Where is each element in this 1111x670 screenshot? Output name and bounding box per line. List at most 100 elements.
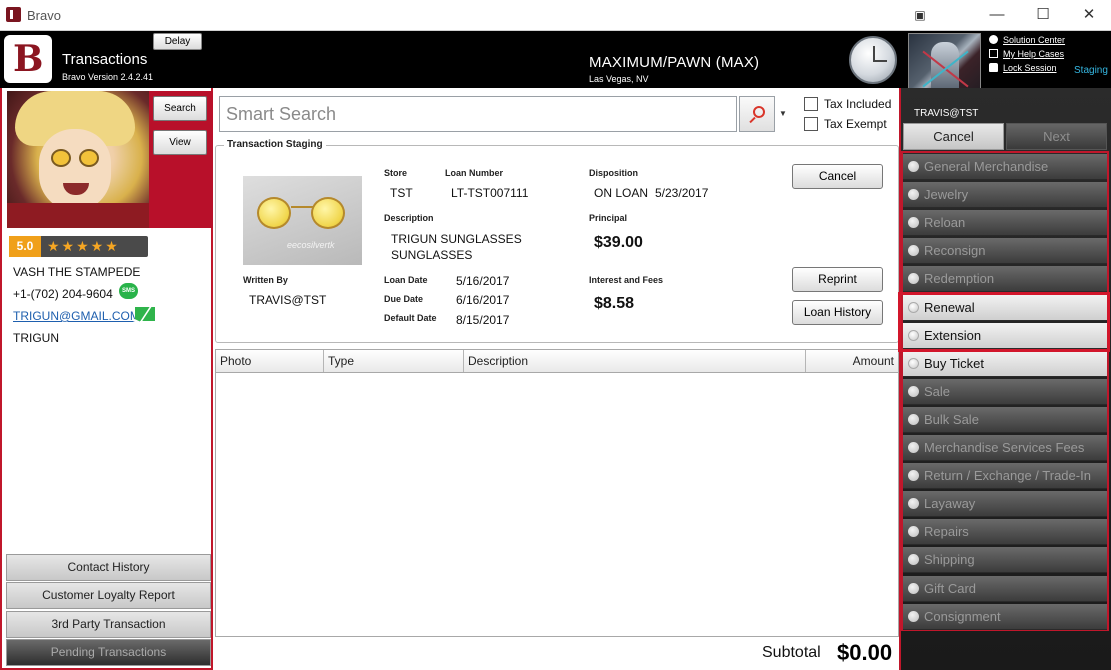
menu-item-reloan[interactable]: Reloan [903, 210, 1107, 236]
written-by-value: TRAVIS@TST [249, 293, 327, 307]
subtotal-label: Subtotal [762, 644, 821, 661]
customer-rating: 5.0 ★★★★★ [9, 236, 148, 257]
radio-icon [908, 554, 919, 565]
principal-label: Principal [589, 213, 628, 223]
customer-email-link[interactable]: TRIGUN@GMAIL.COM [13, 309, 140, 323]
item-photo[interactable]: eecosilvertk [243, 176, 362, 265]
menu-item-renewal[interactable]: Renewal [903, 295, 1107, 321]
transaction-items-table: Photo Type Description Amount [215, 349, 899, 637]
star-icon: ★★★★★ [47, 238, 120, 254]
window-title: Bravo [27, 8, 61, 23]
smart-search-box [219, 96, 737, 132]
smart-search-input[interactable] [220, 97, 736, 131]
menu-item-label: Consignment [924, 609, 1001, 624]
mail-icon[interactable] [135, 307, 155, 321]
contact-history-button[interactable]: Contact History [6, 554, 211, 581]
search-button[interactable] [739, 96, 775, 132]
customer-group: TRIGUN [13, 331, 59, 345]
column-type[interactable]: Type [324, 350, 464, 372]
snap-icon[interactable]: ▣ [905, 4, 935, 26]
default-date-value: 8/15/2017 [456, 313, 510, 327]
lock-session-link[interactable]: Lock Session [989, 63, 1057, 73]
pending-transactions-button[interactable]: Pending Transactions [6, 639, 211, 666]
delay-button[interactable]: Delay [153, 33, 202, 50]
menu-item-sale[interactable]: Sale [903, 379, 1107, 405]
customer-search-button[interactable]: Search [153, 96, 207, 121]
menu-item-jewelry[interactable]: Jewelry [903, 182, 1107, 208]
menu-item-return-exchange-trade-in[interactable]: Return / Exchange / Trade-In [903, 463, 1107, 489]
radio-icon [908, 470, 919, 481]
third-party-transaction-button[interactable]: 3rd Party Transaction [6, 611, 211, 638]
tax-exempt-checkbox[interactable] [804, 117, 818, 131]
close-button[interactable]: ✕ [1074, 4, 1104, 26]
radio-icon [908, 414, 919, 425]
menu-item-merchandise-services-fees[interactable]: Merchandise Services Fees [903, 435, 1107, 461]
menu-item-repairs[interactable]: Repairs [903, 519, 1107, 545]
menu-item-shipping[interactable]: Shipping [903, 547, 1107, 573]
radio-icon [908, 161, 919, 172]
my-help-cases-link[interactable]: My Help Cases [989, 49, 1064, 59]
customer-name: VASH THE STAMPEDE [13, 265, 141, 279]
radio-icon [908, 442, 919, 453]
menu-item-label: Merchandise Services Fees [924, 440, 1085, 455]
written-by-label: Written By [243, 275, 288, 285]
page-title: Transactions [62, 51, 148, 68]
solution-center-link[interactable]: Solution Center [989, 35, 1065, 45]
nav-next-button[interactable]: Next [1006, 123, 1107, 150]
minimize-button[interactable]: — [982, 4, 1012, 26]
radio-icon [908, 273, 919, 284]
description-label: Description [384, 213, 434, 223]
transaction-staging-title: Transaction Staging [224, 139, 326, 150]
tax-included-checkbox[interactable] [804, 97, 818, 111]
store-value: TST [390, 186, 413, 200]
reprint-button[interactable]: Reprint [792, 267, 883, 292]
menu-item-label: Reloan [924, 215, 966, 230]
tax-exempt-label: Tax Exempt [824, 117, 887, 131]
subtotal-value: $0.00 [837, 640, 893, 665]
maximize-button[interactable]: ☐ [1028, 4, 1058, 26]
customer-phone: +1-(702) 204-9604 [13, 287, 113, 301]
menu-item-gift-card[interactable]: Gift Card [903, 576, 1107, 602]
menu-item-extension[interactable]: Extension [903, 323, 1107, 349]
menu-item-general-merchandise[interactable]: General Merchandise [903, 154, 1107, 180]
menu-item-bulk-sale[interactable]: Bulk Sale [903, 407, 1107, 433]
customer-panel: Search View 5.0 ★★★★★ VASH THE STAMPEDE … [0, 88, 213, 670]
app-version: Bravo Version 2.4.2.41 [62, 72, 154, 82]
menu-item-reconsign[interactable]: Reconsign [903, 238, 1107, 264]
menu-item-label: Sale [924, 384, 951, 399]
menu-item-buy-ticket[interactable]: Buy Ticket [903, 351, 1107, 377]
tax-included-label: Tax Included [824, 97, 892, 111]
customer-view-button[interactable]: View [153, 130, 207, 155]
app-header: B Delay Transactions Bravo Version 2.4.2… [0, 31, 1111, 105]
radio-icon [908, 611, 919, 622]
radio-icon [908, 217, 919, 228]
menu-item-label: Repairs [924, 524, 969, 539]
store-name: MAXIMUM/PAWN (MAX) [589, 54, 760, 71]
table-header: Photo Type Description Amount [216, 350, 898, 373]
customer-loyalty-report-button[interactable]: Customer Loyalty Report [6, 582, 211, 609]
sms-icon[interactable]: SMS [119, 283, 138, 299]
description-line-2: SUNGLASSES [391, 248, 473, 262]
search-icon [753, 106, 765, 118]
radio-icon [908, 498, 919, 509]
menu-item-label: General Merchandise [924, 159, 1049, 174]
due-date-value: 6/16/2017 [456, 293, 510, 307]
chevron-down-icon[interactable]: ▼ [775, 96, 791, 132]
nav-cancel-button[interactable]: Cancel [903, 123, 1004, 150]
menu-item-consignment[interactable]: Consignment [903, 604, 1107, 630]
window-titlebar: Bravo ▣ — ☐ ✕ [0, 0, 1111, 31]
column-photo[interactable]: Photo [216, 350, 324, 372]
disposition-value: ON LOAN [594, 186, 649, 200]
column-description[interactable]: Description [464, 350, 806, 372]
store-label: Store [384, 168, 408, 178]
menu-item-label: Buy Ticket [924, 356, 984, 371]
loan-date-label: Loan Date [384, 275, 428, 285]
disposition-date: 5/23/2017 [655, 186, 709, 200]
menu-item-layaway[interactable]: Layaway [903, 491, 1107, 517]
loan-history-button[interactable]: Loan History [792, 300, 883, 325]
user-name: TRAVIS@TST [914, 108, 979, 119]
menu-item-redemption[interactable]: Redemption [903, 266, 1107, 292]
loan-number-label: Loan Number [445, 168, 504, 178]
column-amount[interactable]: Amount [806, 350, 898, 372]
staging-cancel-button[interactable]: Cancel [792, 164, 883, 189]
